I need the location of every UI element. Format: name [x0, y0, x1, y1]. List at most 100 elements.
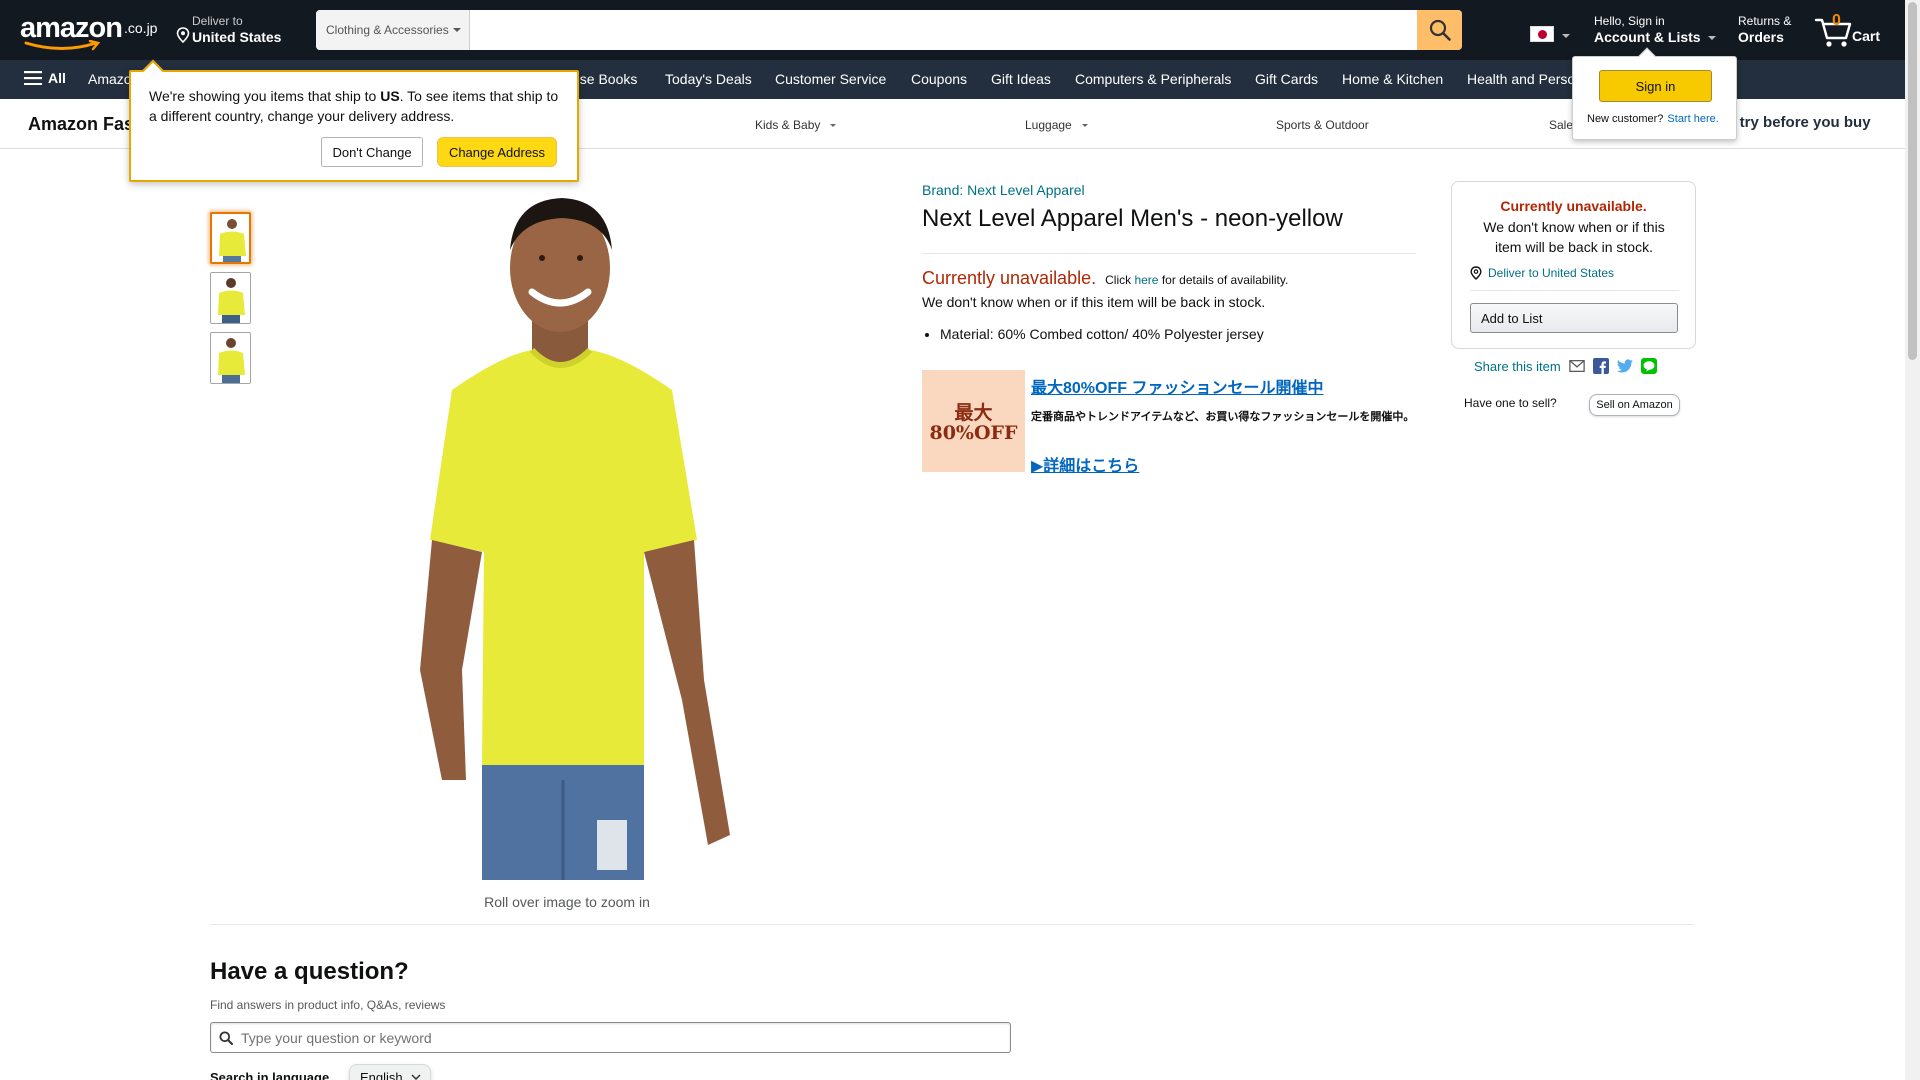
zoom-hint: Roll over image to zoom in [484, 894, 650, 910]
search-input[interactable] [470, 10, 1417, 50]
availability-sub: We don't know when or if this item will … [922, 294, 1266, 310]
sell-on-amazon-button[interactable]: Sell on Amazon [1589, 394, 1680, 416]
cart-count: 0 [1832, 12, 1841, 29]
new-customer-label: New customer? [1587, 113, 1664, 125]
thumbnail-3[interactable] [210, 332, 251, 384]
buybox-sub: We don't know when or if this item will … [1483, 219, 1665, 255]
promo-image-line2: 80%OFF [929, 422, 1018, 444]
availability-status: Currently unavailable. [922, 268, 1097, 288]
search-category-select[interactable]: Clothing & Accessories [316, 10, 470, 50]
thumbnail-image [211, 333, 250, 383]
store-link-kids-baby[interactable]: Kids & Baby [755, 118, 837, 132]
thumbnail-image [212, 214, 249, 262]
subnav-item-todays-deals[interactable]: Today's Deals [665, 71, 752, 87]
store-link-label: Luggage [1025, 118, 1072, 132]
availability: Currently unavailable. Click here for de… [922, 268, 1288, 289]
deliver-small: Deliver to [192, 14, 243, 28]
thumbnail-2[interactable] [210, 272, 251, 324]
store-link-label: Sports & Outdoor [1276, 118, 1369, 132]
caret-down-icon [1562, 34, 1570, 38]
prime-try-before-you-buy[interactable]: ne try before you buy [1718, 114, 1871, 131]
subnav-item-gift-cards[interactable]: Gift Cards [1255, 71, 1318, 87]
click-post: for details of availability. [1158, 273, 1289, 287]
question-subtitle: Find answers in product info, Q&As, revi… [210, 998, 446, 1012]
buybox-deliver-label: Deliver to United States [1488, 266, 1615, 280]
account-label-row: Account & Lists [1594, 28, 1717, 46]
share-row: Share this item [1474, 358, 1657, 374]
store-link-luggage[interactable]: Luggage [1025, 118, 1088, 132]
search-icon [1429, 19, 1451, 41]
store-link-label: Kids & Baby [755, 118, 821, 132]
language-value: English [360, 1069, 403, 1080]
subnav-item-computers[interactable]: Computers & Peripherals [1075, 71, 1231, 87]
all-menu-button[interactable]: All [24, 70, 66, 86]
caret-down-icon [1081, 124, 1088, 128]
brand-link[interactable]: Brand: Next Level Apparel [922, 182, 1085, 198]
subnav-item-gift-ideas[interactable]: Gift Ideas [991, 71, 1051, 87]
address-msg-pre: We're showing you items that ship to [149, 88, 381, 104]
buybox-status: Currently unavailable. [1500, 198, 1647, 214]
question-input[interactable] [241, 1029, 1010, 1046]
availability-details: Click here for details of availability. [1105, 273, 1288, 287]
thumbnail-1[interactable] [210, 212, 251, 264]
main-product-image[interactable] [382, 180, 752, 880]
subnav-item-coupons[interactable]: Coupons [911, 71, 967, 87]
address-popover: We're showing you items that ship to US.… [129, 59, 579, 182]
sell-label: Have one to sell? [1464, 396, 1557, 410]
change-address-button[interactable]: Change Address [437, 137, 557, 167]
amazon-logo[interactable]: amazon .co.jp [20, 12, 160, 51]
account-label: Account & Lists [1594, 29, 1701, 45]
store-title[interactable]: Amazon Fas [28, 114, 134, 135]
question-search-box [210, 1022, 1011, 1053]
availability-here-link[interactable]: here [1134, 273, 1158, 287]
language-select[interactable]: English [349, 1064, 431, 1080]
search-button[interactable] [1417, 10, 1462, 50]
store-link-sports-outdoor[interactable]: Sports & Outdoor [1276, 118, 1369, 132]
dont-change-button[interactable]: Don't Change [321, 137, 423, 167]
click-pre: Click [1105, 273, 1135, 287]
twitter-icon[interactable] [1616, 358, 1633, 374]
deliver-to[interactable]: Deliver to United States [176, 14, 281, 46]
promo-details-link[interactable]: ▶詳細はこちら [1031, 452, 1139, 476]
caret-down-icon [830, 124, 837, 128]
account-lists[interactable]: Hello, Sign in Account & Lists [1594, 14, 1717, 46]
divider [922, 253, 1416, 254]
subnav-item-amazon[interactable]: Amazo [88, 71, 132, 87]
line-icon[interactable] [1640, 358, 1657, 374]
add-to-list-button[interactable]: Add to List [1470, 303, 1678, 333]
logo-tld: .co.jp [124, 20, 158, 36]
subnav-item-health[interactable]: Health and Perso [1467, 71, 1575, 87]
address-popover-message: We're showing you items that ship to US.… [149, 86, 569, 126]
facebook-icon[interactable] [1592, 358, 1609, 374]
email-icon[interactable] [1568, 358, 1585, 374]
subnav-item-customer-service[interactable]: Customer Service [775, 71, 886, 87]
tshirt-model-image [420, 198, 730, 880]
sign-in-button[interactable]: Sign in [1599, 70, 1712, 102]
share-label[interactable]: Share this item [1474, 359, 1561, 374]
new-customer: New customer? Start here. [1587, 113, 1719, 125]
scrollbar-thumb[interactable] [1908, 2, 1917, 360]
language-label: Search in language [210, 1070, 330, 1080]
promo-image[interactable]: 最大 80%OFF [922, 370, 1025, 472]
subnav-item-books[interactable]: ese Books [572, 71, 637, 87]
thumbnail-image [211, 273, 250, 323]
returns-orders[interactable]: Returns & Orders [1738, 14, 1791, 46]
promo-banner: 最大 80%OFF 最大80%OFF ファッションセール開催中 定番商品やトレン… [922, 370, 1416, 476]
caret-down-icon [1708, 36, 1717, 41]
chevron-down-icon [452, 28, 461, 32]
question-title: Have a question? [210, 958, 409, 985]
location-pin-icon [1470, 266, 1482, 280]
store-link-sale[interactable]: Sale [1549, 118, 1573, 132]
promo-headline-link[interactable]: 最大80%OFF ファッションセール開催中 [1031, 374, 1323, 398]
buybox-deliver-link[interactable]: Deliver to United States [1470, 266, 1614, 280]
chevron-down-icon [411, 1074, 421, 1080]
product-title: Next Level Apparel Men's - neon-yellow [922, 205, 1343, 232]
cart-button[interactable]: 0 Cart [1814, 12, 1894, 48]
location-pin-icon [176, 27, 190, 43]
section-divider [210, 924, 1694, 925]
subnav-item-home-kitchen[interactable]: Home & Kitchen [1342, 71, 1443, 87]
promo-description: 定番商品やトレンドアイテムなど、お買い得なファッションセールを開催中。 [1031, 411, 1415, 423]
start-here-link[interactable]: Start here. [1667, 113, 1718, 125]
top-navbar: amazon .co.jp Deliver to United States C… [0, 0, 1905, 60]
japan-flag-icon[interactable] [1530, 26, 1554, 42]
